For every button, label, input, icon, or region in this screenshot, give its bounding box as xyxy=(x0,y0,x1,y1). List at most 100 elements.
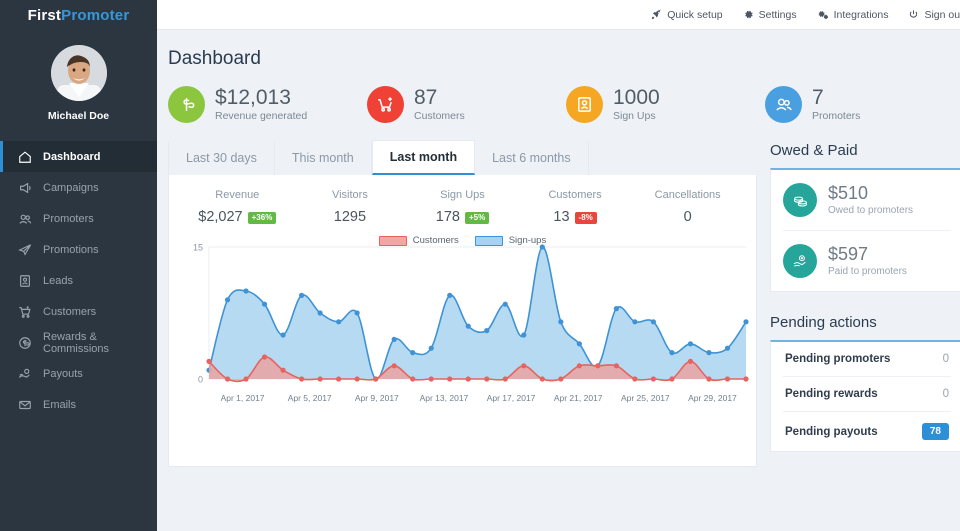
owed-label: Owed to promoters xyxy=(828,205,913,216)
metric-label: Sign Ups xyxy=(406,189,519,201)
brand-logo[interactable]: FirstPromoter xyxy=(0,0,157,31)
pending-row-payouts[interactable]: Pending payouts 78 xyxy=(783,411,951,451)
dollar-icon xyxy=(168,86,205,123)
metric-label: Customers xyxy=(519,189,632,201)
pending-badge: 78 xyxy=(922,423,949,440)
page-title: Dashboard xyxy=(168,48,960,70)
sidebar-item-label: Promotions xyxy=(43,244,99,256)
power-icon xyxy=(908,9,919,20)
chart-x-tick-label: Apr 1, 2017 xyxy=(209,393,276,403)
home-icon xyxy=(16,148,34,166)
sidebar-item-dashboard[interactable]: Dashboard xyxy=(0,141,157,172)
cart-plus-icon xyxy=(367,86,404,123)
sign-out-link[interactable]: Sign out xyxy=(908,9,960,21)
chart-x-tick-label: Apr 13, 2017 xyxy=(410,393,477,403)
pending-actions-title: Pending actions xyxy=(770,314,960,331)
metric-value: 1295 xyxy=(334,209,366,225)
owed-row-paid: $597 Paid to promoters xyxy=(783,230,951,291)
pending-actions-block: Pending actions Pending promoters 0 Pend… xyxy=(770,314,960,452)
metric-value: 178 xyxy=(436,209,460,225)
owed-label: Paid to promoters xyxy=(828,266,907,277)
stat-value: 7 xyxy=(812,87,860,109)
stat-card-customers: 87 Customers xyxy=(367,86,566,123)
rocket-icon xyxy=(651,9,662,20)
sidebar-item-payouts[interactable]: Payouts xyxy=(0,358,157,389)
settings-label: Settings xyxy=(759,9,797,21)
pending-label: Pending rewards xyxy=(785,388,878,400)
legend-item-customers[interactable]: Customers xyxy=(379,235,459,246)
chart-x-tick-label: Apr 17, 2017 xyxy=(478,393,545,403)
metric-value: 13 xyxy=(553,209,569,225)
coins-stack-icon xyxy=(783,183,817,217)
tab-this-month[interactable]: This month xyxy=(275,142,372,175)
sidebar-item-label: Rewards & Commissions xyxy=(43,331,157,355)
owed-paid-card: $510 Owed to promoters xyxy=(770,168,960,292)
pending-row-promoters[interactable]: Pending promoters 0 xyxy=(783,342,951,376)
integrations-label: Integrations xyxy=(834,9,889,21)
settings-link[interactable]: Settings xyxy=(743,9,797,21)
stat-card-revenue: $12,013 Revenue generated xyxy=(168,86,367,123)
sidebar-item-label: Customers xyxy=(43,306,96,318)
chart-x-tick-label: Apr 5, 2017 xyxy=(276,393,343,403)
profile-block: Michael Doe xyxy=(0,31,157,132)
metric-customers: Customers 13 -8% xyxy=(519,189,632,225)
metric-change-badge: +5% xyxy=(465,212,489,224)
sidebar-item-label: Emails xyxy=(43,399,76,411)
pending-row-rewards[interactable]: Pending rewards 0 xyxy=(783,376,951,411)
sidebar-item-rewards-commissions[interactable]: Rewards & Commissions xyxy=(0,327,157,358)
legend-item-signups[interactable]: Sign-ups xyxy=(475,235,547,246)
owed-paid-block: Owed & Paid $510 xyxy=(770,142,960,292)
metric-change-badge: +36% xyxy=(248,212,277,224)
avatar[interactable] xyxy=(51,45,107,101)
gear-icon xyxy=(743,9,754,20)
sidebar-item-promoters[interactable]: Promoters xyxy=(0,203,157,234)
metric-visitors: Visitors 1295 xyxy=(294,189,407,225)
metric-value: 0 xyxy=(684,209,692,225)
sidebar-item-promotions[interactable]: Promotions xyxy=(0,234,157,265)
integrations-link[interactable]: Integrations xyxy=(817,9,889,21)
quick-setup-label: Quick setup xyxy=(667,9,722,21)
tab-last-month[interactable]: Last month xyxy=(372,140,475,175)
metric-signups: Sign Ups 178 +5% xyxy=(406,189,519,225)
stat-card-signups: 1000 Sign Ups xyxy=(566,86,765,123)
gears-icon xyxy=(817,9,829,20)
owed-value: $510 xyxy=(828,184,913,204)
sidebar-item-label: Campaigns xyxy=(43,182,99,194)
id-card-icon xyxy=(16,272,34,290)
metric-change-badge: -8% xyxy=(575,212,597,224)
legend-swatch xyxy=(379,236,407,246)
metric-cancellations: Cancellations 0 xyxy=(631,189,744,225)
sidebar-item-customers[interactable]: Customers xyxy=(0,296,157,327)
sidebar-item-label: Payouts xyxy=(43,368,83,380)
sidebar-item-emails[interactable]: Emails xyxy=(0,389,157,420)
tab-last-6-months[interactable]: Last 6 months xyxy=(475,142,589,175)
metric-label: Visitors xyxy=(294,189,407,201)
hand-money-icon xyxy=(16,365,34,383)
quick-setup-link[interactable]: Quick setup xyxy=(651,9,722,21)
chart-x-tick-label: Apr 25, 2017 xyxy=(612,393,679,403)
sidebar-item-campaigns[interactable]: Campaigns xyxy=(0,172,157,203)
pending-count: 0 xyxy=(943,353,949,365)
sidebar-item-leads[interactable]: Leads xyxy=(0,265,157,296)
sidebar-item-label: Dashboard xyxy=(43,151,100,163)
stat-label: Revenue generated xyxy=(215,110,307,122)
metric-value: $2,027 xyxy=(198,209,242,225)
owed-row-owed: $510 Owed to promoters xyxy=(783,170,951,230)
pending-actions-card: Pending promoters 0 Pending rewards 0 Pe… xyxy=(770,340,960,452)
cart-icon xyxy=(16,303,34,321)
legend-label: Customers xyxy=(413,235,459,246)
chart-x-tick-label: Apr 9, 2017 xyxy=(343,393,410,403)
stat-value: 1000 xyxy=(613,87,660,109)
metrics-row: Revenue $2,027 +36% Visitors 1295 xyxy=(175,189,750,225)
stat-card-promoters: 7 Promoters xyxy=(765,86,960,123)
pending-label: Pending payouts xyxy=(785,426,878,438)
chart-x-axis: Apr 1, 2017Apr 5, 2017Apr 9, 2017Apr 13,… xyxy=(179,391,746,403)
tab-last-30-days[interactable]: Last 30 days xyxy=(168,142,275,175)
main-row: Last 30 days This month Last month Last … xyxy=(168,142,960,467)
sidebar-item-label: Leads xyxy=(43,275,73,287)
sidebar: FirstPromoter xyxy=(0,0,157,531)
brand-part-1: First xyxy=(28,7,62,24)
legend-swatch xyxy=(475,236,503,246)
megaphone-icon xyxy=(16,179,34,197)
period-tabs: Last 30 days This month Last month Last … xyxy=(168,142,757,175)
